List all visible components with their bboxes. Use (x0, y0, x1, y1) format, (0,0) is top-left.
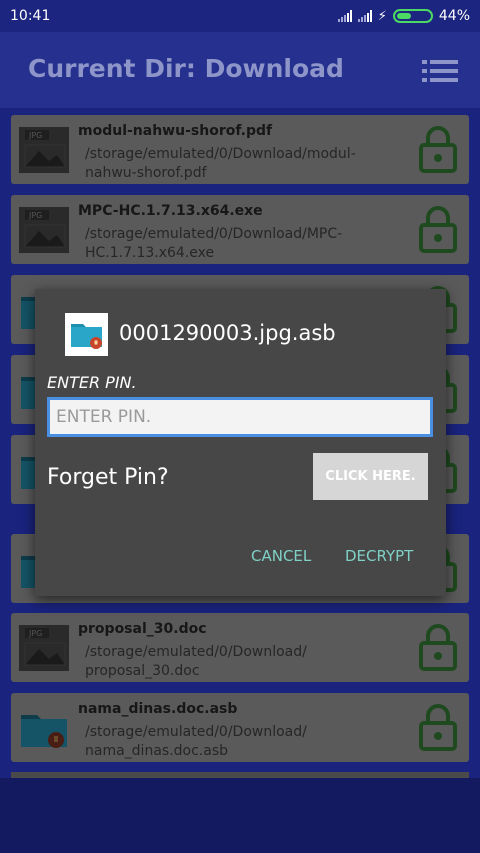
charging-icon: ⚡ (377, 8, 387, 24)
file-path: /storage/emulated/0/Download/ proposal_3… (85, 644, 307, 679)
status-time: 10:41 (10, 8, 51, 24)
signal-icon-2 (357, 10, 372, 22)
status-bar: 10:41 ⚡ 44% (0, 0, 480, 32)
list-item[interactable]: JPG modul-nahwu-shorof.pdf/storage/emulat… (11, 115, 469, 184)
list-item[interactable]: JPG proposal_30.doc/storage/emulated/0/Do… (11, 613, 469, 682)
dialog-title: 0001290003.jpg.asb (119, 321, 336, 345)
file-path: /storage/emulated/0/Download/MPC-HC.1.7.… (85, 226, 343, 261)
list-item[interactable]: JPG MPC-HC.1.7.13.x64.exe/storage/emulate… (11, 195, 469, 264)
file-path: /storage/emulated/0/Download/modul-nahwu… (85, 146, 356, 181)
forget-pin-text: Forget Pin? (47, 465, 169, 490)
page-title: Current Dir: Download (28, 54, 344, 83)
file-name: nama_dinas.doc.asb (78, 701, 238, 717)
list-item[interactable]: nama_dinas.doc.asb/storage/emulated/0/Do… (11, 693, 469, 762)
file-name: modul-nahwu-shorof.pdf (78, 123, 273, 139)
image-file-icon: JPG (19, 127, 69, 173)
empty-area (0, 778, 480, 853)
app-header: Current Dir: Download (0, 32, 480, 108)
battery-icon (392, 9, 433, 23)
file-icon (65, 313, 108, 356)
image-file-icon: JPG (19, 207, 69, 253)
battery-percent: 44% (438, 8, 470, 24)
lock-icon[interactable] (419, 703, 457, 751)
signal-icon (337, 10, 352, 22)
lock-icon[interactable] (419, 623, 457, 671)
file-path: /storage/emulated/0/Download/ nama_dinas… (85, 724, 307, 759)
svg-text:JPG: JPG (28, 211, 42, 220)
svg-text:JPG: JPG (28, 629, 42, 638)
file-name: MPC-HC.1.7.13.x64.exe (78, 203, 263, 219)
lock-icon[interactable] (419, 125, 457, 173)
file-name: proposal_30.doc (78, 621, 207, 637)
enter-pin-dialog: 0001290003.jpg.asb ENTER PIN. Forget Pin… (35, 289, 446, 596)
pin-label: ENTER PIN. (47, 373, 137, 392)
list-menu-icon[interactable] (422, 59, 458, 83)
click-here-button[interactable]: CLICK HERE. (313, 453, 428, 500)
cancel-button[interactable]: CANCEL (251, 547, 311, 565)
decrypt-button[interactable]: DECRYPT (345, 547, 413, 565)
svg-text:JPG: JPG (28, 131, 42, 140)
pin-input[interactable] (47, 397, 433, 437)
lock-icon[interactable] (419, 205, 457, 253)
status-icons: ⚡ 44% (337, 8, 470, 24)
image-file-icon: JPG (19, 625, 69, 671)
encrypted-folder-icon (19, 705, 69, 751)
